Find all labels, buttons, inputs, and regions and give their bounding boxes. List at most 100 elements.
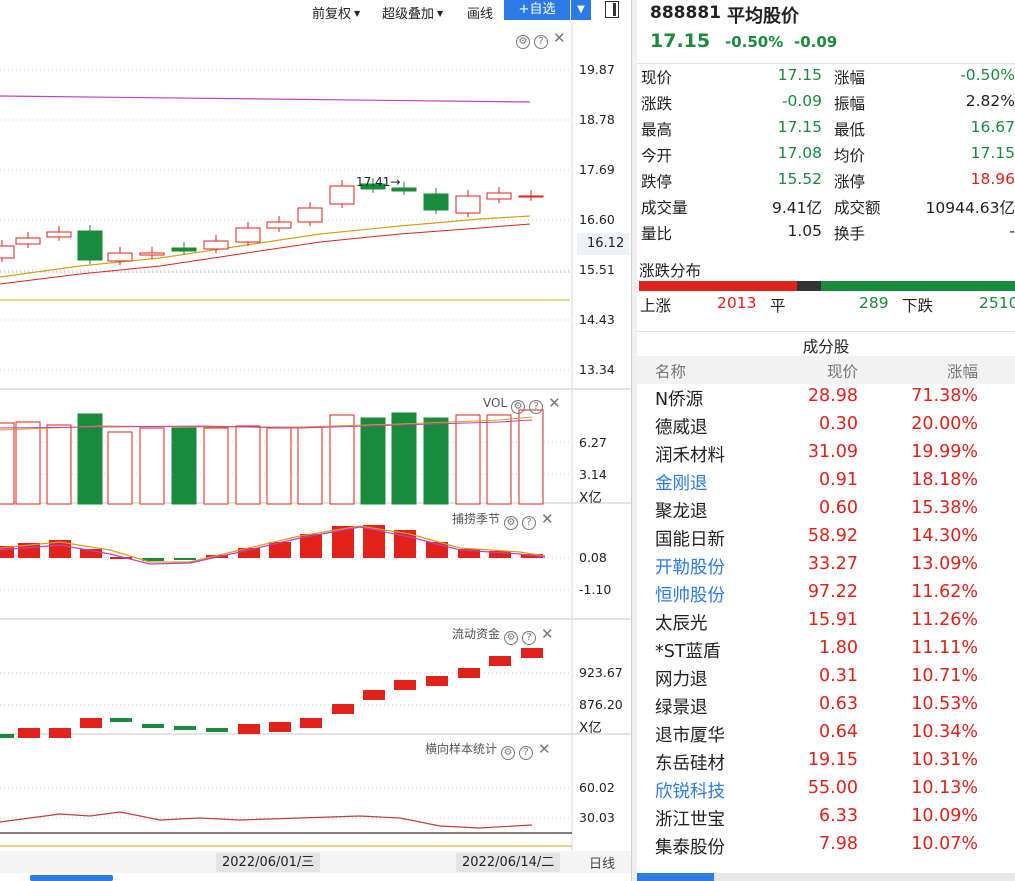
favorite-dropdown-icon[interactable]: ▼	[571, 0, 591, 20]
constituent-row[interactable]: 德威退 0.30 20.00%	[637, 412, 1015, 440]
add-favorite-button[interactable]: +自选	[504, 0, 570, 20]
constituent-row[interactable]: 东岳硅材 19.15 10.31%	[637, 748, 1015, 776]
quote-header: 888881 平均股价 17.15 -0.50% -0.09	[637, 0, 1015, 64]
period-label[interactable]: 日线	[589, 853, 615, 872]
constituent-pct: 13.09%	[911, 554, 978, 574]
constituent-row[interactable]: 绿景退 0.63 10.53%	[637, 692, 1015, 720]
settings-icon[interactable]: ⚙	[504, 631, 519, 645]
constituent-name[interactable]: 国能日新	[655, 526, 725, 551]
constituent-pct: 14.30%	[911, 526, 978, 546]
constituent-row[interactable]: 开勒股份 33.27 13.09%	[637, 552, 1015, 580]
stat-label: 均价	[834, 147, 866, 165]
candle-body	[297, 207, 323, 223]
help-icon[interactable]: ?	[522, 516, 537, 530]
settings-icon[interactable]: ⚙	[504, 516, 519, 530]
constituent-row[interactable]: N侨源 28.98 71.38%	[637, 384, 1015, 412]
constituent-name[interactable]: 开勒股份	[655, 554, 725, 579]
constituent-row[interactable]: 润禾材料 31.09 19.99%	[637, 440, 1015, 468]
vol-unit-label: X亿	[579, 490, 602, 506]
y-tick: 30.03	[579, 810, 615, 825]
y-tick: 60.02	[579, 780, 615, 795]
constituent-price: 58.92	[807, 526, 858, 546]
stat-value: -0.50%	[960, 66, 1015, 84]
constituent-row[interactable]: 国能日新 58.92 14.30%	[637, 524, 1015, 552]
chart-area[interactable]: 17.41→ ⚙? ✕ VOL ⚙? ✕ 捕捞季节 ⚙? ✕ 流动资金 ⚙? ✕ 横向样本统计…	[0, 22, 632, 881]
close-icon[interactable]: ✕	[538, 740, 551, 758]
quote-stat-row: 现价 17.15 涨幅 -0.50%	[637, 64, 1015, 90]
constituent-row[interactable]: 退市厦华 0.64 10.34%	[637, 720, 1015, 748]
panel-toggle-icon[interactable]	[605, 1, 619, 18]
flow-bar	[363, 690, 385, 700]
constituent-row[interactable]: *ST蓝盾 1.80 11.11%	[637, 636, 1015, 664]
stat-label: 振幅	[834, 95, 866, 113]
close-icon[interactable]: ✕	[541, 625, 554, 643]
cycle-pane-title: 捕捞季节	[452, 512, 501, 526]
constituent-price: 19.15	[807, 750, 858, 770]
chart-scrollbar[interactable]	[30, 875, 113, 881]
help-icon[interactable]: ?	[522, 631, 537, 645]
constituent-row[interactable]: 太辰光 15.91 11.26%	[637, 608, 1015, 636]
y-tick: 14.43	[579, 312, 615, 327]
constituent-row[interactable]: 欣锐科技 55.00 10.13%	[637, 776, 1015, 804]
constituent-name[interactable]: 浙江世宝	[655, 806, 725, 831]
volume-bar	[423, 417, 449, 505]
volume-bar	[203, 427, 229, 505]
constituent-name[interactable]: 润禾材料	[655, 442, 725, 467]
draw-line-button[interactable]: 画线	[467, 3, 493, 22]
constituent-name[interactable]: *ST蓝盾	[655, 638, 721, 663]
settings-icon[interactable]: ⚙	[501, 746, 516, 760]
rights-adjust-dropdown[interactable]: 前复权 ▼	[312, 3, 360, 22]
constituent-row[interactable]: 金刚退 0.91 18.18%	[637, 468, 1015, 496]
constituent-name[interactable]: 网力退	[655, 666, 708, 691]
constituent-name[interactable]: 聚龙退	[655, 498, 708, 523]
constituent-name[interactable]: 东岳硅材	[655, 750, 725, 775]
close-icon[interactable]: ✕	[553, 29, 566, 47]
index-name: 平均股价	[727, 6, 799, 27]
constituent-row[interactable]: 恒帅股份 97.22 11.62%	[637, 580, 1015, 608]
constituent-pct: 20.00%	[911, 414, 978, 434]
stat-label: 涨幅	[834, 69, 866, 87]
stat-value: -0.09	[781, 92, 822, 110]
constituent-name[interactable]: 退市厦华	[655, 722, 725, 747]
constituent-name[interactable]: 恒帅股份	[655, 582, 725, 607]
y-tick: 15.51	[579, 262, 615, 277]
col-header-pct[interactable]: 涨幅	[947, 360, 978, 382]
constituent-name[interactable]: 德威退	[655, 414, 708, 439]
help-icon[interactable]: ?	[534, 35, 548, 49]
constituent-row[interactable]: 浙江世宝 6.33 10.09%	[637, 804, 1015, 832]
volume-bar	[518, 409, 544, 505]
col-header-price[interactable]: 现价	[827, 360, 858, 382]
stat-label: 最低	[834, 121, 866, 139]
quote-stat-row: 最高 17.15 最低 16.67	[637, 116, 1015, 142]
settings-icon[interactable]: ⚙	[516, 35, 530, 49]
col-header-name[interactable]: 名称	[655, 360, 686, 382]
close-icon[interactable]: ✕	[541, 510, 554, 528]
constituent-row[interactable]: 集泰股份 7.98 10.07%	[637, 832, 1015, 860]
help-icon[interactable]: ?	[519, 746, 534, 760]
constituent-name[interactable]: 金刚退	[655, 470, 708, 495]
close-icon[interactable]: ✕	[548, 394, 561, 412]
flow-bar	[80, 718, 102, 728]
current-price-marker: 16.12	[577, 233, 629, 255]
settings-icon[interactable]: ⚙	[511, 400, 526, 414]
constituent-price: 0.63	[819, 694, 858, 714]
constituent-name[interactable]: 集泰股份	[655, 834, 725, 859]
constituent-name[interactable]: 太辰光	[655, 610, 708, 635]
candle-body	[329, 185, 355, 205]
constituent-name[interactable]: 绿景退	[655, 694, 708, 719]
stat-label: 跌停	[641, 173, 673, 191]
chart-toolbar: 前复权 ▼ 超级叠加 ▼ 画线 +自选 ▼	[0, 0, 628, 22]
quote-stat-row: 量比 1.05 换手 -	[637, 220, 1015, 246]
constituent-name[interactable]: 欣锐科技	[655, 778, 725, 803]
stat-value: 16.67	[970, 118, 1015, 136]
overlay-dropdown[interactable]: 超级叠加 ▼	[382, 3, 443, 22]
quote-stat-row: 成交量 9.41亿 成交额 10944.63亿	[637, 194, 1015, 220]
constituent-pct: 11.26%	[911, 610, 978, 630]
flow-bar	[300, 718, 322, 728]
help-icon[interactable]: ?	[529, 400, 544, 414]
constituent-name[interactable]: N侨源	[655, 386, 703, 411]
panel-tab-active[interactable]	[637, 873, 714, 881]
constituent-row[interactable]: 聚龙退 0.60 15.38%	[637, 496, 1015, 524]
y-tick: 923.67	[579, 665, 623, 680]
constituent-row[interactable]: 网力退 0.31 10.71%	[637, 664, 1015, 692]
